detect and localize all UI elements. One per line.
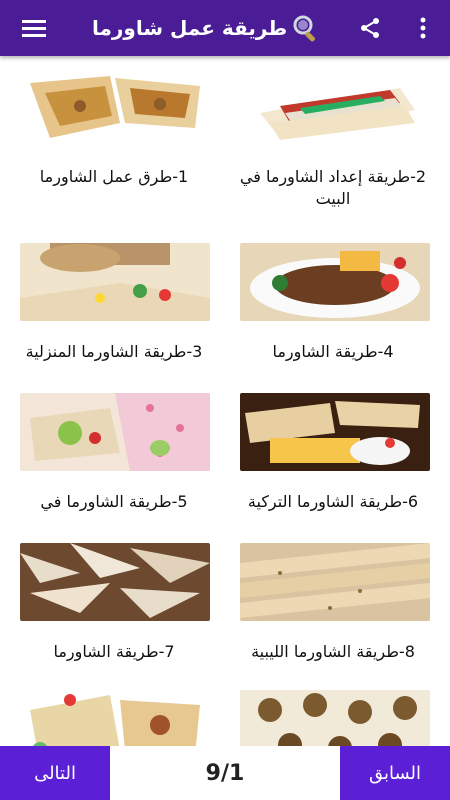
recipe-image bbox=[20, 690, 210, 746]
page-indicator: 9/1 bbox=[205, 760, 245, 786]
recipe-image bbox=[20, 68, 210, 146]
list-item[interactable]: 6-طريقة الشاورما التركية bbox=[225, 381, 450, 531]
pagination-bar: التالى 9/1 السابق bbox=[0, 746, 450, 800]
recipe-image bbox=[240, 543, 430, 621]
list-item[interactable]: 7-طريقة الشاورما bbox=[0, 531, 225, 681]
recipe-image bbox=[20, 543, 210, 621]
previous-button[interactable]: السابق bbox=[340, 746, 450, 800]
list-item[interactable]: 8-طريقة الشاورما الليبية bbox=[225, 531, 450, 681]
list-item[interactable]: 4-طريقة الشاورما bbox=[225, 231, 450, 381]
search-icon[interactable] bbox=[286, 0, 326, 56]
recipe-title: 8-طريقة الشاورما الليبية bbox=[251, 642, 415, 661]
recipe-title: 3-طريقة الشاورما المنزلية bbox=[25, 342, 203, 361]
menu-icon[interactable] bbox=[14, 0, 54, 56]
list-item[interactable]: 2-طريقة إعداد الشاورما في البيت bbox=[225, 56, 450, 208]
recipe-image bbox=[240, 690, 430, 746]
recipe-image bbox=[20, 393, 210, 471]
recipe-title: 6-طريقة الشاورما التركية bbox=[247, 492, 419, 511]
recipe-title: 1-طرق عمل الشاورما bbox=[39, 167, 189, 186]
app-title: طريقة عمل شاورما bbox=[92, 16, 288, 40]
list-item[interactable] bbox=[225, 678, 450, 746]
share-icon[interactable] bbox=[352, 0, 388, 56]
recipe-image bbox=[20, 243, 210, 321]
recipe-image bbox=[240, 68, 430, 146]
recipe-title: 7-طريقة الشاورما bbox=[53, 642, 175, 661]
more-vert-icon[interactable] bbox=[408, 0, 438, 56]
recipe-title: 4-طريقة الشاورما bbox=[272, 342, 394, 361]
app-bar: طريقة عمل شاورما bbox=[0, 0, 450, 56]
list-item[interactable]: 1-طرق عمل الشاورما bbox=[0, 56, 225, 206]
recipe-grid: 2-طريقة إعداد الشاورما في البيت 1-طرق عم… bbox=[0, 56, 450, 746]
recipe-title: 5-طريقة الشاورما في bbox=[40, 492, 188, 511]
recipe-image bbox=[240, 243, 430, 321]
recipe-title: 2-طريقة إعداد الشاورما في البيت bbox=[239, 167, 427, 208]
list-item[interactable]: 5-طريقة الشاورما في bbox=[0, 381, 225, 531]
list-item[interactable] bbox=[0, 678, 225, 746]
list-item[interactable]: 3-طريقة الشاورما المنزلية bbox=[0, 231, 225, 381]
next-button[interactable]: التالى bbox=[0, 746, 110, 800]
recipe-image bbox=[240, 393, 430, 471]
